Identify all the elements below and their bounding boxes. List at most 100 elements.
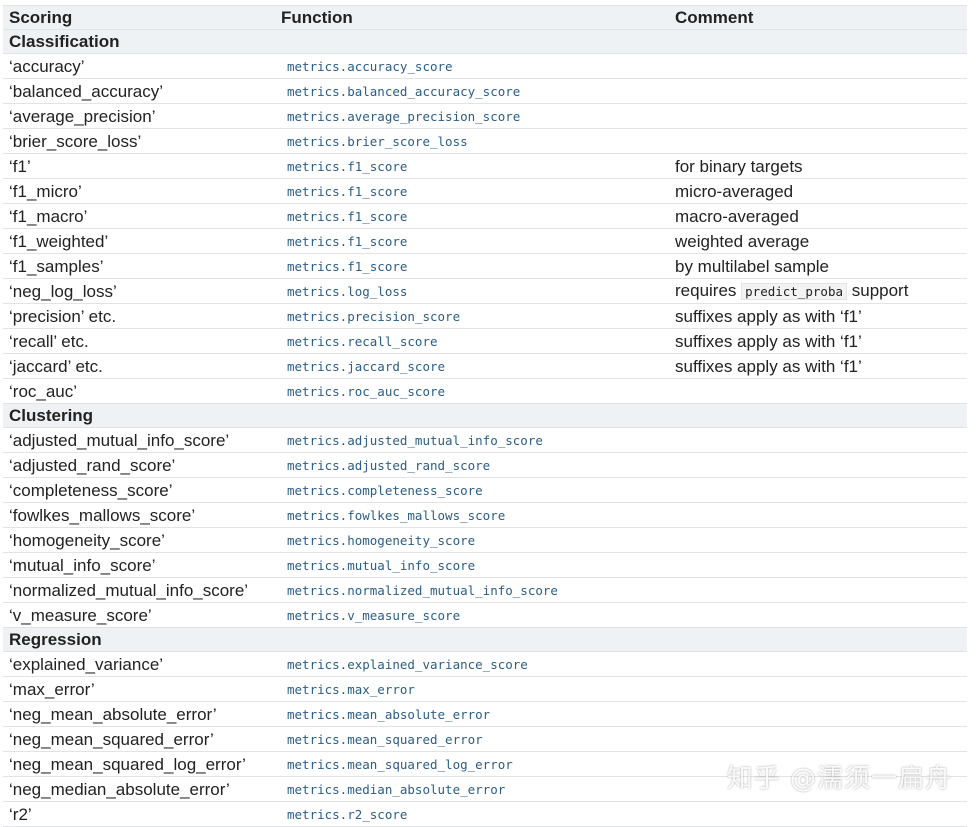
function-link[interactable]: metrics.f1_score [281, 259, 407, 274]
function-link[interactable]: metrics.adjusted_mutual_info_score [281, 433, 543, 448]
table-row: ‘f1_micro’ metrics.f1_score micro-averaged [3, 178, 967, 204]
comment-cell [669, 527, 967, 553]
table-row: ‘recall’ etc. metrics.recall_score suffixe… [3, 328, 967, 354]
function-link[interactable]: metrics.adjusted_rand_score [281, 458, 490, 473]
table-row: ‘average_precision’ metrics.average_preci… [3, 103, 967, 129]
table-row: ‘max_error’ metrics.max_error [3, 676, 967, 702]
function-link[interactable]: metrics.f1_score [281, 159, 407, 174]
table-row: ‘neg_mean_squared_error’ metrics.mean_squ… [3, 726, 967, 752]
table-row: ‘f1_macro’ metrics.f1_score macro-averaged [3, 203, 967, 229]
table-row: ‘f1_weighted’ metrics.f1_score weighted av… [3, 228, 967, 254]
function-link[interactable]: metrics.log_loss [281, 284, 407, 299]
function-link[interactable]: metrics.accuracy_score [281, 59, 453, 74]
function-link[interactable]: metrics.explained_variance_score [281, 657, 528, 672]
function-link[interactable]: metrics.mean_squared_error [281, 732, 483, 747]
comment-cell [669, 776, 967, 802]
function-link[interactable]: metrics.max_error [281, 682, 415, 697]
function-cell: metrics.accuracy_score [275, 53, 669, 79]
function-cell: metrics.f1_score [275, 203, 669, 229]
scoring-name-cell: ‘max_error’ [3, 676, 275, 702]
group-title: Regression [3, 627, 967, 652]
scoring-name-cell: ‘f1_macro’ [3, 203, 275, 229]
comment-cell: micro-averaged [669, 178, 967, 204]
function-link[interactable]: metrics.f1_score [281, 209, 407, 224]
scoring-name-cell: ‘homogeneity_score’ [3, 527, 275, 553]
function-link[interactable]: metrics.recall_score [281, 334, 438, 349]
group-header-row: Clustering [3, 403, 967, 428]
scoring-name-cell: ‘neg_mean_squared_error’ [3, 726, 275, 752]
function-link[interactable]: metrics.fowlkes_mallows_score [281, 508, 505, 523]
function-link[interactable]: metrics.homogeneity_score [281, 533, 475, 548]
table-row: ‘adjusted_mutual_info_score’ metrics.adju… [3, 427, 967, 453]
header-scoring: Scoring [3, 5, 275, 30]
function-link[interactable]: metrics.mutual_info_score [281, 558, 475, 573]
function-link[interactable]: metrics.mean_squared_log_error [281, 757, 513, 772]
comment-cell [669, 577, 967, 603]
table-header-row: Scoring Function Comment [3, 5, 967, 30]
function-cell: metrics.brier_score_loss [275, 128, 669, 154]
scoring-name-cell: ‘f1_samples’ [3, 253, 275, 279]
table-row: ‘f1’ metrics.f1_score for binary targets [3, 153, 967, 179]
scoring-name-cell: ‘jaccard’ etc. [3, 353, 275, 379]
group-title: Clustering [3, 403, 967, 428]
table-row: ‘roc_auc’ metrics.roc_auc_score [3, 378, 967, 404]
function-cell: metrics.f1_score [275, 253, 669, 279]
function-link[interactable]: metrics.median_absolute_error [281, 782, 505, 797]
function-cell: metrics.normalized_mutual_info_score [275, 577, 669, 603]
function-cell: metrics.mean_absolute_error [275, 701, 669, 727]
function-cell: metrics.mean_squared_log_error [275, 751, 669, 777]
function-cell: metrics.adjusted_rand_score [275, 452, 669, 478]
function-link[interactable]: metrics.average_precision_score [281, 109, 520, 124]
scoring-name-cell: ‘neg_mean_absolute_error’ [3, 701, 275, 727]
function-link[interactable]: metrics.v_measure_score [281, 608, 460, 623]
function-link[interactable]: metrics.f1_score [281, 184, 407, 199]
comment-cell [669, 751, 967, 777]
scoring-name-cell: ‘accuracy’ [3, 53, 275, 79]
function-cell: metrics.mean_squared_error [275, 726, 669, 752]
comment-cell: weighted average [669, 228, 967, 254]
function-cell: metrics.fowlkes_mallows_score [275, 502, 669, 528]
comment-code: predict_proba [741, 283, 847, 300]
function-cell: metrics.f1_score [275, 153, 669, 179]
table-row: ‘neg_mean_absolute_error’ metrics.mean_ab… [3, 701, 967, 727]
function-link[interactable]: metrics.brier_score_loss [281, 134, 468, 149]
comment-cell [669, 477, 967, 503]
table-row: ‘completeness_score’ metrics.completeness… [3, 477, 967, 503]
scoring-name-cell: ‘recall’ etc. [3, 328, 275, 354]
comment-cell [669, 502, 967, 528]
function-link[interactable]: metrics.jaccard_score [281, 359, 445, 374]
scoring-name-cell: ‘neg_mean_squared_log_error’ [3, 751, 275, 777]
comment-cell [669, 676, 967, 702]
function-cell: metrics.completeness_score [275, 477, 669, 503]
comment-cell [669, 701, 967, 727]
function-cell: metrics.log_loss [275, 278, 669, 304]
comment-cell [669, 801, 967, 827]
function-link[interactable]: metrics.precision_score [281, 309, 460, 324]
function-link[interactable]: metrics.completeness_score [281, 483, 483, 498]
scoring-name-cell: ‘f1’ [3, 153, 275, 179]
function-link[interactable]: metrics.normalized_mutual_info_score [281, 583, 558, 598]
table-row: ‘precision’ etc. metrics.precision_score s… [3, 303, 967, 329]
table-row: ‘homogeneity_score’ metrics.homogeneity_s… [3, 527, 967, 553]
function-cell: metrics.homogeneity_score [275, 527, 669, 553]
table-row: ‘balanced_accuracy’ metrics.balanced_accu… [3, 78, 967, 104]
function-cell: metrics.explained_variance_score [275, 651, 669, 677]
function-cell: metrics.f1_score [275, 178, 669, 204]
comment-cell: by multilabel sample [669, 253, 967, 279]
table-row: ‘explained_variance’ metrics.explained_va… [3, 651, 967, 677]
comment-cell [669, 452, 967, 478]
table-row: ‘mutual_info_score’ metrics.mutual_info_s… [3, 552, 967, 578]
function-link[interactable]: metrics.balanced_accuracy_score [281, 84, 520, 99]
table-body: Classification ‘accuracy’ metrics.accuracy… [3, 29, 967, 827]
table-row: ‘f1_samples’ metrics.f1_score by multilabe… [3, 253, 967, 279]
scoring-name-cell: ‘r2’ [3, 801, 275, 827]
comment-cell [669, 427, 967, 453]
function-link[interactable]: metrics.mean_absolute_error [281, 707, 490, 722]
scoring-name-cell: ‘precision’ etc. [3, 303, 275, 329]
scoring-name-cell: ‘mutual_info_score’ [3, 552, 275, 578]
function-link[interactable]: metrics.roc_auc_score [281, 384, 445, 399]
function-link[interactable]: metrics.f1_score [281, 234, 407, 249]
table-row: ‘neg_mean_squared_log_error’ metrics.mean… [3, 751, 967, 777]
table-row: ‘adjusted_rand_score’ metrics.adjusted_ra… [3, 452, 967, 478]
comment-cell [669, 78, 967, 104]
